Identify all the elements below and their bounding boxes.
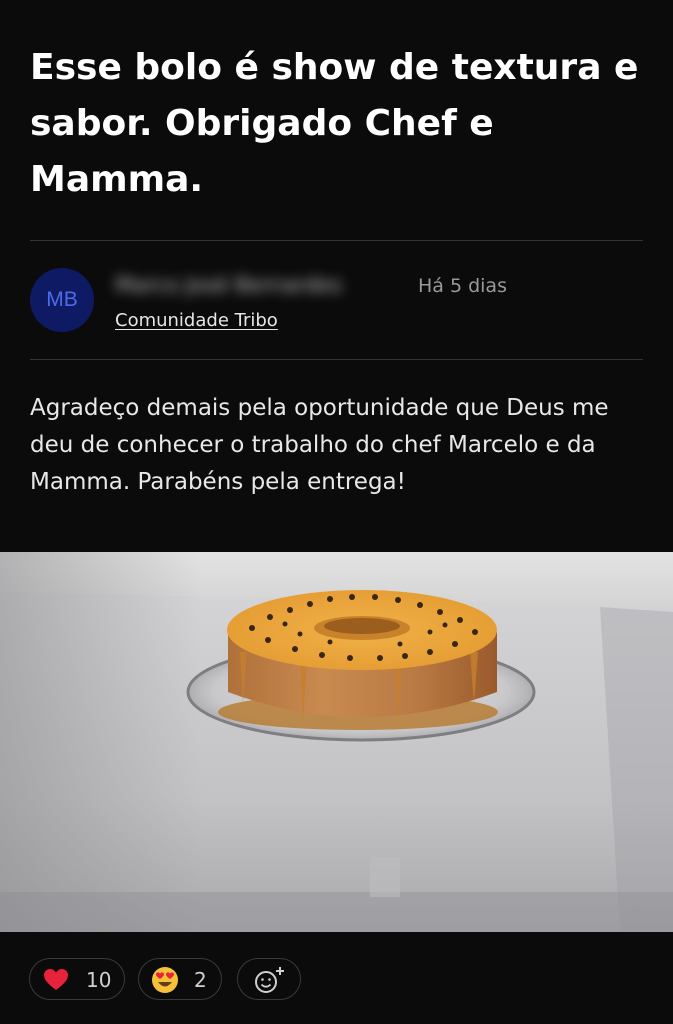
post-body: Agradeço demais pela oportunidade que De… [30, 395, 609, 495]
divider [30, 359, 643, 360]
heart-icon [44, 969, 68, 990]
community-link[interactable]: Comunidade Tribo [115, 308, 278, 334]
heart-reaction-count: 10 [86, 968, 112, 992]
avatar[interactable]: MB [30, 268, 94, 332]
add-reaction-button[interactable] [237, 958, 301, 1000]
post-page: Esse bolo é show de textura e sabor. Obr… [0, 0, 673, 1024]
heart-eyes-emoji-icon [152, 967, 178, 993]
post-title: Esse bolo é show de textura e sabor. Obr… [30, 47, 639, 200]
author-name[interactable]: Marco José Bernardes [115, 272, 411, 298]
divider [30, 240, 643, 241]
post-timestamp: Há 5 dias [418, 275, 507, 297]
author-row: MB Marco José Bernardes Há 5 dias Comuni… [30, 268, 643, 334]
heart-reaction-button[interactable]: 10 [29, 958, 125, 1000]
love-reaction-count: 2 [194, 968, 207, 992]
love-reaction-button[interactable]: 2 [138, 958, 222, 1000]
cake-photo[interactable] [0, 552, 673, 932]
add-reaction-icon [255, 967, 284, 993]
